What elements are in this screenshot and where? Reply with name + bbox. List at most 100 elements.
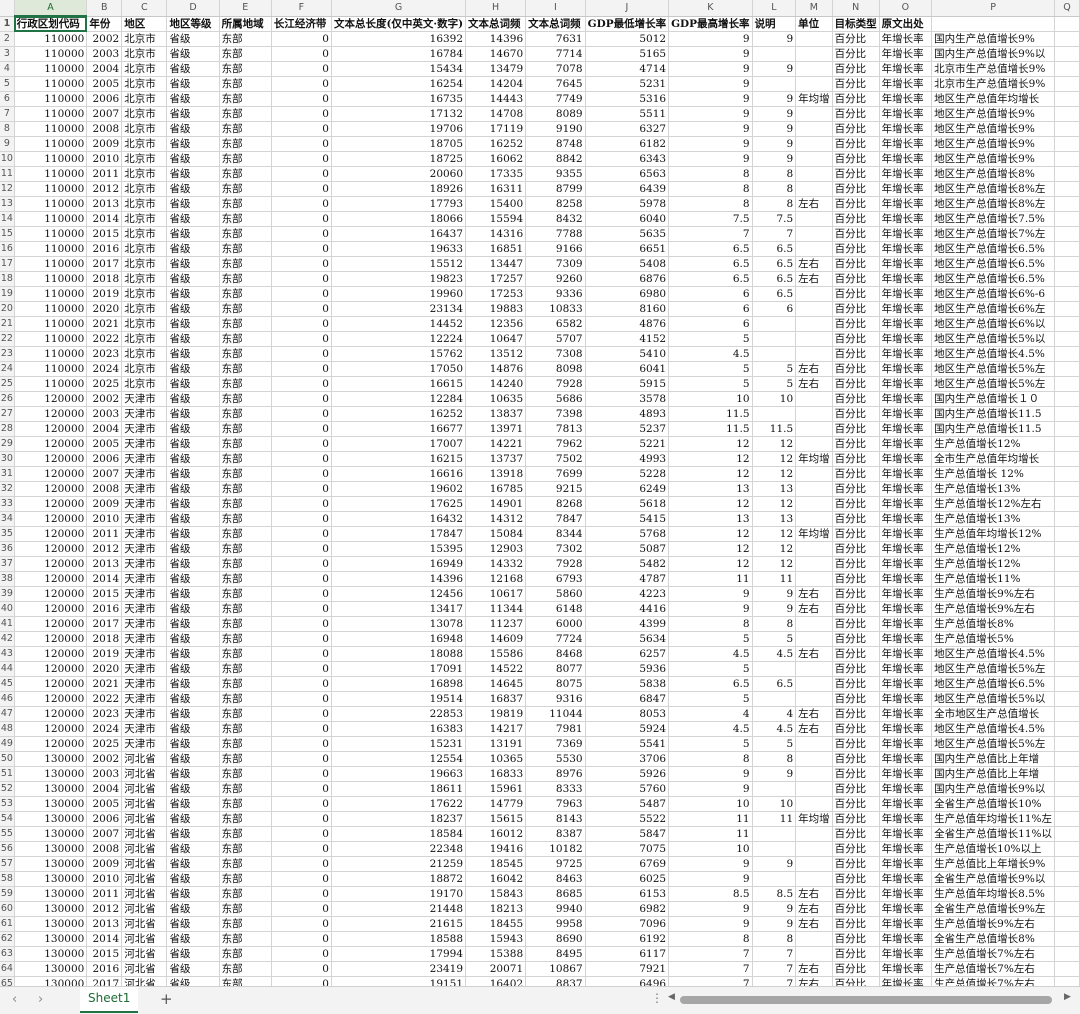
cell[interactable]: 2020: [86, 661, 123, 677]
cell[interactable]: 年增长率: [879, 751, 933, 767]
cell[interactable]: 东部: [219, 811, 272, 827]
cell[interactable]: 19823: [331, 271, 467, 287]
cell[interactable]: 省级: [166, 46, 220, 62]
cell[interactable]: 120000: [14, 496, 88, 512]
cell[interactable]: 7078: [525, 61, 586, 77]
cell[interactable]: 2015: [86, 586, 123, 602]
cell[interactable]: 东部: [219, 586, 272, 602]
cell[interactable]: 省级: [166, 916, 220, 932]
cell[interactable]: 百分比: [832, 751, 880, 767]
cell[interactable]: 16392: [331, 31, 467, 47]
cell[interactable]: 8: [668, 181, 753, 197]
empty-cell[interactable]: [1054, 391, 1080, 407]
cell[interactable]: 5: [668, 736, 753, 752]
cell[interactable]: 北京市: [121, 151, 168, 167]
cell[interactable]: 年增长率: [879, 241, 933, 257]
cell[interactable]: 6980: [585, 286, 670, 302]
cell[interactable]: [795, 436, 833, 452]
cell[interactable]: [795, 736, 833, 752]
cell[interactable]: 2005: [86, 76, 123, 92]
horizontal-scrollbar[interactable]: ◀ ▶: [668, 992, 1072, 1005]
empty-cell[interactable]: [1054, 541, 1080, 557]
cell[interactable]: 9: [752, 586, 797, 602]
cell[interactable]: 0: [271, 586, 332, 602]
cell[interactable]: 6: [668, 316, 753, 332]
row-header[interactable]: 17: [0, 256, 15, 272]
cell[interactable]: [795, 421, 833, 437]
cell[interactable]: 5686: [525, 391, 586, 407]
cell[interactable]: 7309: [525, 256, 586, 272]
cell[interactable]: 6.5: [668, 676, 753, 692]
cell[interactable]: 百分比: [832, 361, 880, 377]
scroll-right-icon[interactable]: ▶: [1064, 992, 1071, 1002]
cell[interactable]: 0: [271, 106, 332, 122]
cell[interactable]: 9: [668, 61, 753, 77]
cell[interactable]: 5838: [585, 676, 670, 692]
cell[interactable]: 120000: [14, 466, 88, 482]
cell[interactable]: 东部: [219, 301, 272, 317]
cell[interactable]: 5635: [585, 226, 670, 242]
cell[interactable]: 年增长率: [879, 946, 933, 962]
cell[interactable]: 6651: [585, 241, 670, 257]
cell[interactable]: 生产总值增长9%左右: [931, 601, 1056, 617]
cell[interactable]: 6343: [585, 151, 670, 167]
cell[interactable]: 15084: [465, 526, 527, 542]
row-header[interactable]: 43: [0, 646, 15, 662]
cell[interactable]: 17847: [331, 526, 467, 542]
cell[interactable]: 东部: [219, 121, 272, 137]
cell[interactable]: 0: [271, 61, 332, 77]
cell[interactable]: 14876: [465, 361, 527, 377]
cell[interactable]: 2025: [86, 736, 123, 752]
cell[interactable]: [795, 751, 833, 767]
cell[interactable]: [795, 46, 833, 62]
cell[interactable]: 14204: [465, 76, 527, 92]
row-header[interactable]: 10: [0, 151, 15, 167]
cell[interactable]: 9: [752, 856, 797, 872]
cell[interactable]: 年增长率: [879, 466, 933, 482]
cell[interactable]: 7788: [525, 226, 586, 242]
empty-cell[interactable]: [1054, 211, 1080, 227]
header-cell[interactable]: 文本总词频: [525, 16, 586, 32]
cell[interactable]: 东部: [219, 316, 272, 332]
cell[interactable]: 16948: [331, 631, 467, 647]
cell[interactable]: 19633: [331, 241, 467, 257]
row-header[interactable]: 23: [0, 346, 15, 362]
cell[interactable]: 天津市: [121, 496, 168, 512]
cell[interactable]: [795, 346, 833, 362]
cell[interactable]: 0: [271, 706, 332, 722]
next-sheet-icon[interactable]: ›: [38, 992, 43, 1007]
cell[interactable]: 东部: [219, 631, 272, 647]
cell[interactable]: 2008: [86, 841, 123, 857]
cell[interactable]: 年均增: [795, 91, 833, 107]
cell[interactable]: 地区生产总值增长4.5%: [931, 721, 1056, 737]
cell[interactable]: 10635: [465, 391, 527, 407]
column-header[interactable]: P: [931, 0, 1056, 17]
row-header[interactable]: 30: [0, 451, 15, 467]
cell[interactable]: 6041: [585, 361, 670, 377]
cell[interactable]: 百分比: [832, 271, 880, 287]
cell[interactable]: 4787: [585, 571, 670, 587]
cell[interactable]: 4.5: [668, 646, 753, 662]
cell[interactable]: 2004: [86, 61, 123, 77]
cell[interactable]: 省级: [166, 406, 220, 422]
cell[interactable]: 8333: [525, 781, 586, 797]
cell[interactable]: 百分比: [832, 346, 880, 362]
cell[interactable]: 0: [271, 811, 332, 827]
cell[interactable]: 7921: [585, 961, 670, 977]
cell[interactable]: 2017: [86, 616, 123, 632]
cell[interactable]: 2023: [86, 346, 123, 362]
cell[interactable]: [795, 166, 833, 182]
cell[interactable]: 省级: [166, 721, 220, 737]
cell[interactable]: 9: [752, 601, 797, 617]
cell[interactable]: 百分比: [832, 286, 880, 302]
cell[interactable]: 18237: [331, 811, 467, 827]
cell[interactable]: 7981: [525, 721, 586, 737]
cell[interactable]: 0: [271, 466, 332, 482]
cell[interactable]: 5978: [585, 196, 670, 212]
row-header[interactable]: 61: [0, 916, 15, 932]
cell[interactable]: 年增长率: [879, 121, 933, 137]
cell[interactable]: 4.5: [752, 646, 797, 662]
cell[interactable]: 9: [752, 121, 797, 137]
cell[interactable]: [752, 331, 797, 347]
cell[interactable]: 省级: [166, 751, 220, 767]
